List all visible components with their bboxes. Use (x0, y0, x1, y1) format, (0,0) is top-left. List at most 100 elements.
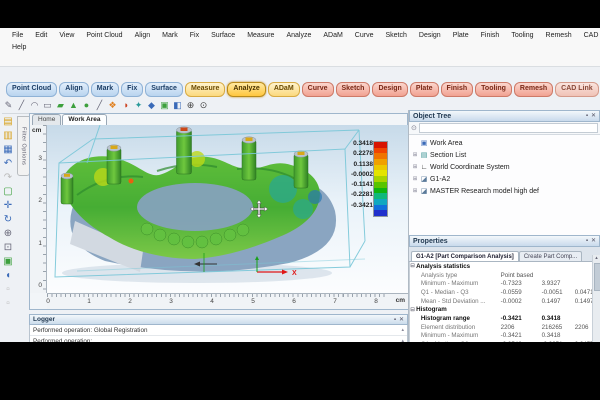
menu-item[interactable]: Mark (156, 31, 184, 40)
tree-item[interactable]: ⊞ ◪ MASTER Research model high def (409, 185, 600, 197)
menu-item[interactable]: CAD Link (578, 31, 600, 40)
pin-icon[interactable]: ▪ (586, 238, 588, 244)
ribbon-tab[interactable]: Curve (302, 82, 334, 97)
toolbar-icon[interactable]: ╱ (15, 99, 28, 112)
viewport-tab[interactable]: Home (32, 114, 61, 125)
tree-item[interactable]: ⊞ ◪ G1-A2 (409, 173, 600, 185)
property-row[interactable]: ⊟ Analysis statistics (410, 262, 600, 271)
menu-item[interactable]: Point Cloud (80, 31, 128, 40)
left-toolbar-icon[interactable]: ↷ (4, 172, 12, 183)
left-toolbar-icon[interactable]: ✛ (4, 200, 12, 211)
toolbar-icon[interactable]: ▭ (41, 99, 54, 112)
menu-item[interactable]: Curve (349, 31, 380, 40)
menu-item[interactable]: Align (129, 31, 157, 40)
menu-item[interactable]: Design (413, 31, 447, 40)
left-toolbar-icon[interactable]: ◖ (5, 270, 11, 281)
left-toolbar-icon[interactable]: ▦ (3, 144, 12, 155)
ribbon-tab[interactable]: Surface (145, 82, 183, 97)
menu-item[interactable]: File (6, 31, 29, 40)
ribbon-tab[interactable]: Tooling (475, 82, 512, 97)
ribbon-tab[interactable]: Design (372, 82, 407, 97)
ribbon-tab[interactable]: Finish (441, 82, 474, 97)
property-row[interactable]: Minimum - Maximum -0.3421 0.3418 (410, 332, 600, 341)
tree-expander-icon[interactable]: ⊞ (412, 152, 418, 158)
toolbar-icon[interactable]: ◠ (28, 99, 41, 112)
left-toolbar-icon[interactable]: ▫ (6, 284, 10, 295)
ribbon-tab[interactable]: Measure (185, 82, 225, 97)
tree-item[interactable]: ▣ Work Area (409, 137, 600, 149)
ribbon-tab[interactable]: Fix (121, 82, 143, 97)
ribbon-tab[interactable]: Point Cloud (6, 82, 57, 97)
toolbar-icon[interactable]: ◧ (171, 99, 184, 112)
left-toolbar-icon[interactable]: ⊡ (4, 242, 12, 253)
tree-expander-icon[interactable]: ⊞ (412, 164, 418, 170)
tree-item[interactable]: ⊞ ∟ World Coordinate System (409, 161, 600, 173)
menu-item[interactable]: View (53, 31, 80, 40)
ribbon-tab[interactable]: Remesh (514, 82, 553, 97)
pin-icon[interactable]: ▪ (586, 113, 588, 119)
left-toolbar-icon[interactable]: ↶ (4, 158, 12, 169)
toolbar-icon[interactable]: ⊙ (197, 99, 210, 112)
property-row[interactable]: Q1 - Median - Q3 -0.0559 -0.0051 0.0471 (410, 288, 600, 297)
collapse-log-icon[interactable]: ▴ (401, 327, 404, 333)
collapse-log-icon[interactable]: ▴ (401, 338, 404, 342)
properties-scrollbar[interactable]: ▴ (592, 255, 600, 342)
ribbon-tab[interactable]: CAD Link (555, 82, 599, 97)
menu-item[interactable]: Tooling (505, 31, 539, 40)
toolbar-icon[interactable]: ◑ (119, 99, 132, 112)
toolbar-icon[interactable]: ◆ (145, 99, 158, 112)
left-toolbar-icon[interactable]: ▣ (3, 256, 12, 267)
toolbar-icon[interactable]: ⊕ (184, 99, 197, 112)
properties-tab[interactable]: Create Part Comp... (519, 251, 582, 261)
canvas-3d[interactable]: X 0.34180.22780.1138-0.0002-0.1141-0.228… (47, 125, 408, 293)
property-row[interactable]: Q1 - Median - Q3 -0.0546 -0.0051 0.0457 (410, 340, 600, 342)
ribbon-tab[interactable]: Mark (91, 82, 119, 97)
menu-item[interactable]: ADaM (317, 31, 348, 40)
tree-expander-icon[interactable]: ⊞ (412, 188, 418, 194)
tree-expander-icon[interactable]: ⊞ (412, 176, 418, 182)
left-toolbar-icon[interactable]: ▥ (3, 130, 12, 141)
property-row[interactable]: Analysis type Point based (410, 271, 600, 280)
menu-item[interactable]: Plate (447, 31, 475, 40)
tree-item[interactable]: ⊞ ▤ Section List (409, 149, 600, 161)
property-row[interactable]: ⊟ Histogram (410, 305, 600, 314)
property-row[interactable]: Mean - Std Deviation ... -0.0002 0.1497 … (410, 297, 600, 306)
menu-item[interactable]: Help (6, 43, 32, 52)
toolbar-icon[interactable]: ▣ (158, 99, 171, 112)
menu-item[interactable]: Remesh (540, 31, 578, 40)
menu-item[interactable]: Finish (475, 31, 506, 40)
menu-item[interactable]: Sketch (379, 31, 412, 40)
left-toolbar-icon[interactable]: ▤ (3, 116, 12, 127)
properties-tab[interactable]: G1-A2 [Part Comparison Analysis] (411, 251, 519, 261)
menu-item[interactable]: Edit (29, 31, 53, 40)
ribbon-tab[interactable]: Sketch (336, 82, 371, 97)
toolbar-icon[interactable]: ❖ (106, 99, 119, 112)
ribbon-tab[interactable]: Align (59, 82, 89, 97)
toolbar-icon[interactable]: ✦ (132, 99, 145, 112)
menu-item[interactable]: Fix (184, 31, 205, 40)
pin-icon[interactable]: ▪ (394, 317, 396, 323)
property-row[interactable]: Minimum - Maximum -0.7323 3.9327 (410, 279, 600, 288)
menu-item[interactable]: Surface (205, 31, 241, 40)
property-row[interactable]: Element distribution 2206 216265 2206 (410, 323, 600, 332)
close-icon[interactable]: ✕ (591, 238, 596, 244)
left-toolbar-icon[interactable]: ▫ (6, 298, 10, 309)
menu-item[interactable]: Measure (241, 31, 280, 40)
ribbon-tab[interactable]: ADaM (268, 82, 300, 97)
property-row[interactable]: Histogram range -0.3421 0.3418 (410, 314, 600, 323)
scroll-up-icon[interactable]: ▴ (593, 255, 600, 262)
ribbon-tab[interactable]: Plate (410, 82, 439, 97)
menu-item[interactable]: Analyze (280, 31, 317, 40)
scrollbar-thumb[interactable] (594, 263, 600, 291)
toolbar-icon[interactable]: ▰ (54, 99, 67, 112)
ribbon-tab[interactable]: Analyze (227, 82, 265, 97)
tree-search-input[interactable] (419, 123, 598, 133)
toolbar-icon[interactable]: ● (80, 99, 93, 112)
toolbar-icon[interactable]: ✎ (2, 99, 15, 112)
left-toolbar-icon[interactable]: ▢ (3, 186, 12, 197)
close-icon[interactable]: ✕ (591, 113, 596, 119)
left-toolbar-icon[interactable]: ↻ (4, 214, 12, 225)
close-icon[interactable]: ✕ (399, 317, 404, 323)
toolbar-icon[interactable]: ▲ (67, 99, 80, 112)
toolbar-icon[interactable]: ╱ (93, 99, 106, 112)
